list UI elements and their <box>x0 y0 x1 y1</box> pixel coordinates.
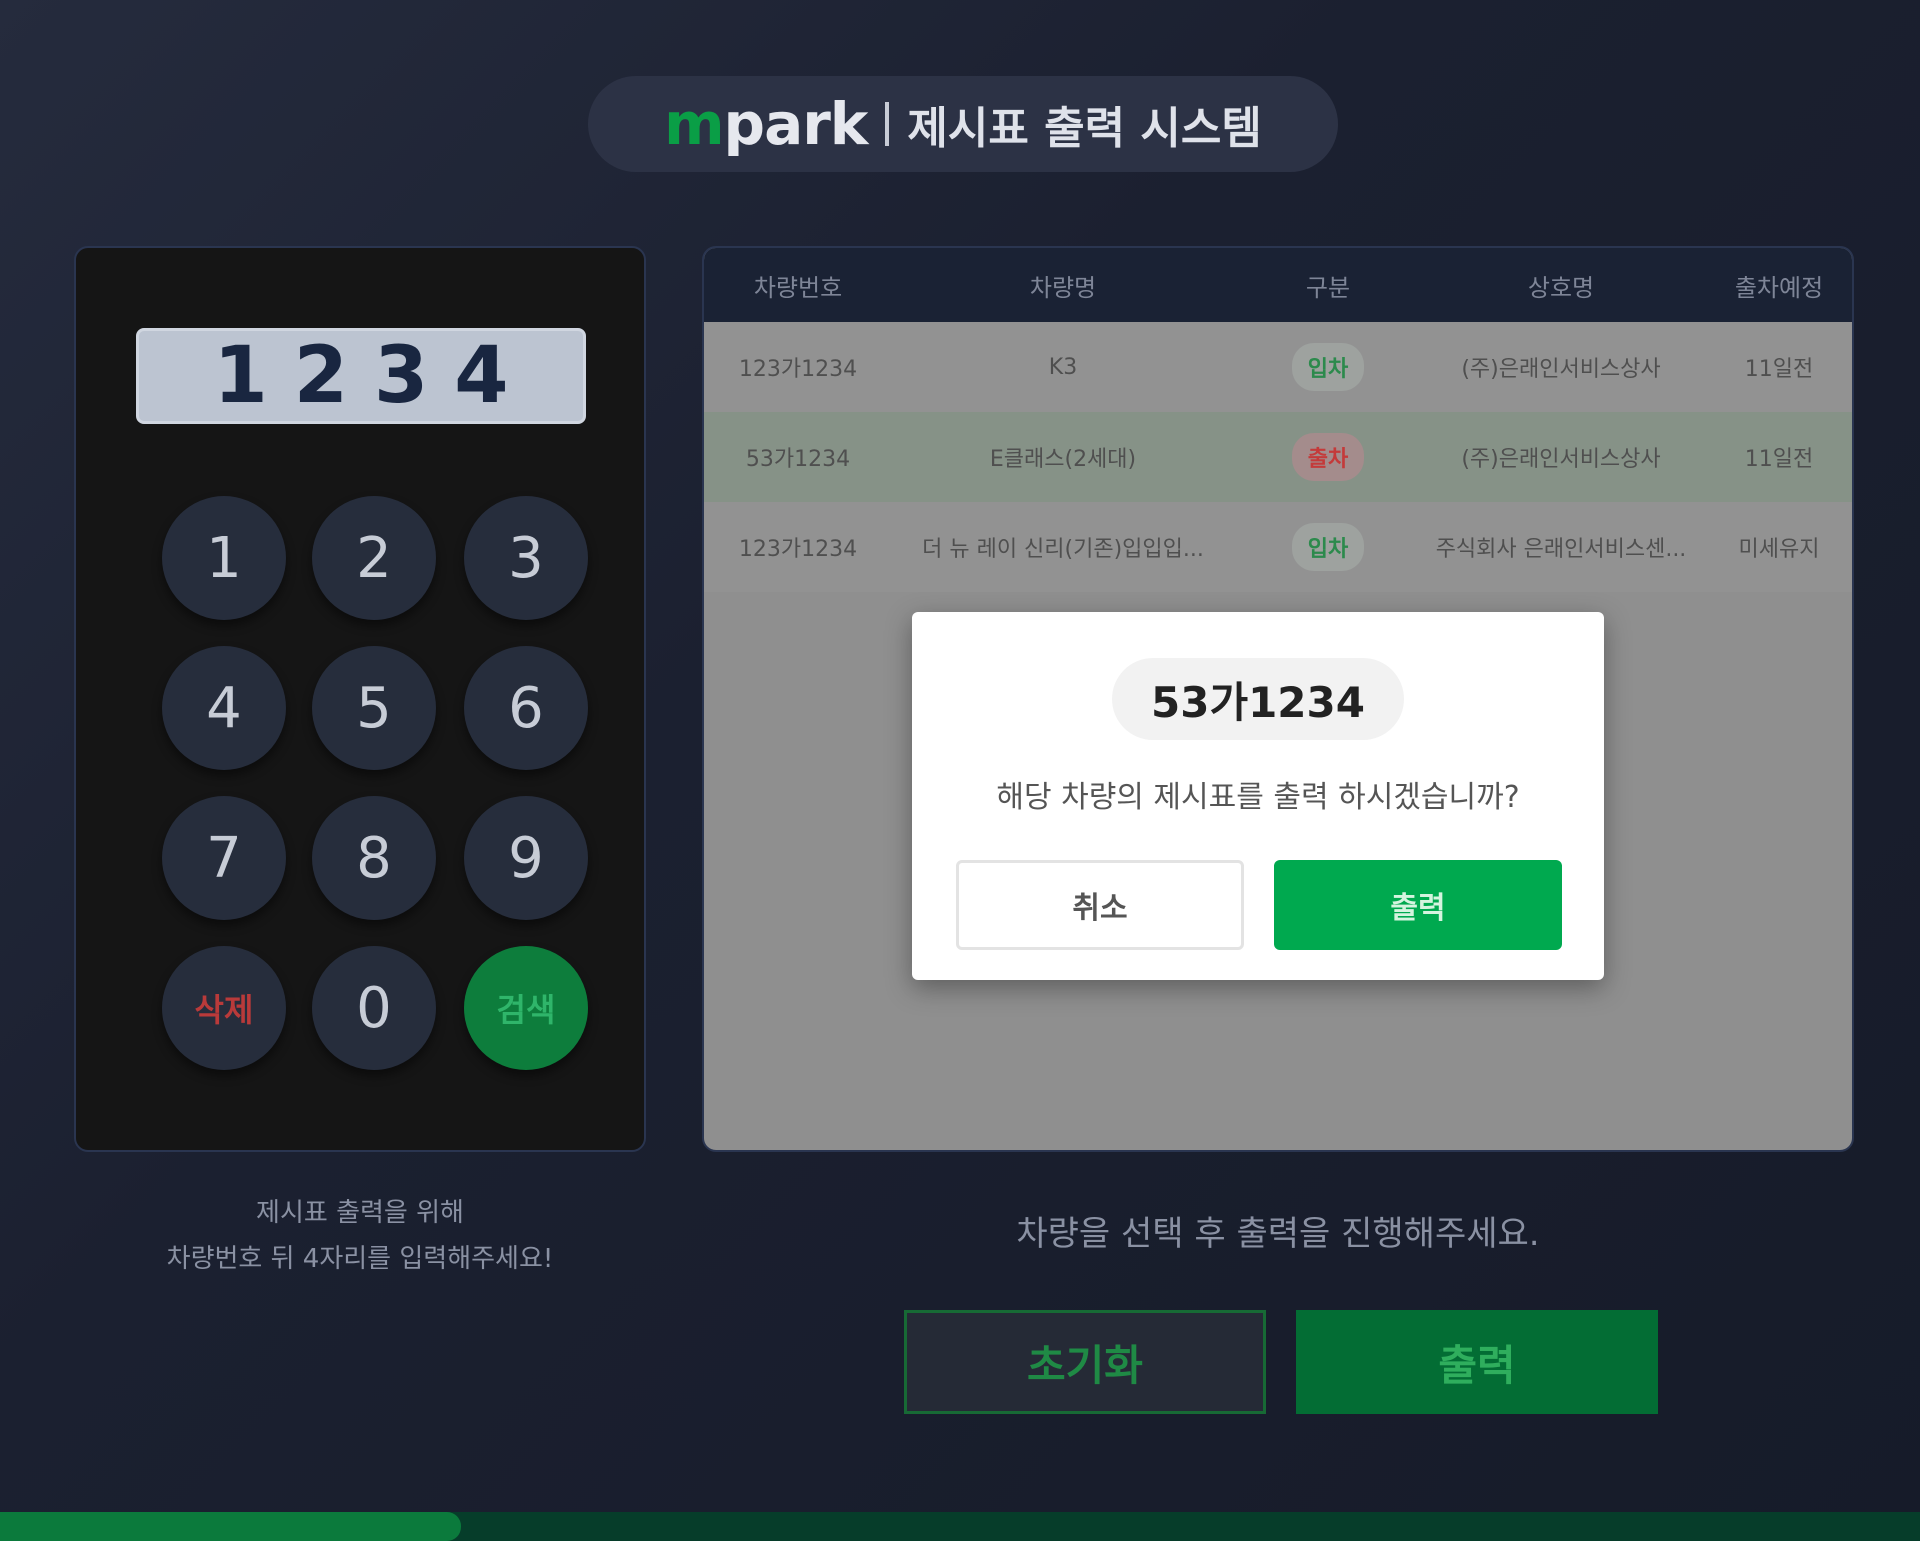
status-badge: 출차 <box>1291 433 1365 481</box>
key-6[interactable]: 6 <box>464 646 588 770</box>
key-9[interactable]: 9 <box>464 796 588 920</box>
key-7[interactable]: 7 <box>162 796 286 920</box>
delete-button[interactable]: 삭제 <box>162 946 286 1070</box>
keypad-panel: 1234 1 2 3 4 5 6 7 8 9 삭제 0 검색 <box>74 246 646 1152</box>
status-badge: 입차 <box>1291 343 1365 391</box>
cell-due: 11일전 <box>1744 357 1814 382</box>
cell-company: (주)은래인서비스상사 <box>1461 357 1661 382</box>
table-row[interactable]: 123가1234 K3 입차 (주)은래인서비스상사 11일전 <box>704 322 1852 412</box>
column-header-company: 상호명 <box>1527 273 1595 302</box>
dialog-message: 해당 차량의 제시표를 출력 하시겠습니까? <box>996 780 1520 815</box>
key-4[interactable]: 4 <box>162 646 286 770</box>
cell-company: (주)은래인서비스상사 <box>1461 447 1661 472</box>
column-header-car: 차량명 <box>1029 273 1097 302</box>
cell-due: 11일전 <box>1744 447 1814 472</box>
header-divider <box>885 102 890 146</box>
table-row[interactable]: 123가1234 더 뉴 레이 신리(기존)입입입... 입차 주식회사 은래인… <box>704 502 1852 592</box>
number-display: 1234 <box>136 328 586 424</box>
column-header-type: 구분 <box>1305 273 1351 302</box>
cell-due: 미세유지 <box>1738 537 1820 562</box>
keypad-hint-line2: 차량번호 뒤 4자리를 입력해주세요! <box>166 1244 554 1274</box>
status-badge: 입차 <box>1291 523 1365 571</box>
print-button[interactable]: 출력 <box>1296 1310 1658 1414</box>
key-2[interactable]: 2 <box>312 496 436 620</box>
keypad-hint: 제시표 출력을 위해 차량번호 뒤 4자리를 입력해주세요! <box>74 1190 646 1282</box>
progress-fill <box>0 1512 461 1541</box>
selected-plate-chip: 53가1234 <box>1112 658 1404 740</box>
key-3[interactable]: 3 <box>464 496 588 620</box>
table-row-selected[interactable]: 53가1234 E클래스(2세대) 출차 (주)은래인서비스상사 11일전 <box>704 412 1852 502</box>
dialog-print-button[interactable]: 출력 <box>1274 860 1562 950</box>
key-1[interactable]: 1 <box>162 496 286 620</box>
cell-plate: 123가1234 <box>738 357 858 382</box>
logo-text: park <box>723 90 869 158</box>
cancel-button[interactable]: 취소 <box>956 860 1244 950</box>
cell-car: E클래스(2세대) <box>989 447 1137 472</box>
column-header-plate: 차량번호 <box>753 273 843 302</box>
print-confirm-dialog: 53가1234 해당 차량의 제시표를 출력 하시겠습니까? 취소 출력 <box>912 612 1604 980</box>
key-8[interactable]: 8 <box>312 796 436 920</box>
logo-letter-m: m <box>664 90 724 158</box>
reset-button[interactable]: 초기화 <box>904 1310 1266 1414</box>
header-title-pill: mpark 제시표 출력 시스템 <box>588 76 1338 172</box>
cell-type: 출차 <box>1240 412 1416 502</box>
cell-company: 주식회사 은래인서비스센... <box>1435 537 1687 562</box>
key-0[interactable]: 0 <box>312 946 436 1070</box>
search-button[interactable]: 검색 <box>464 946 588 1070</box>
cell-plate: 53가1234 <box>745 447 851 472</box>
cell-type: 입차 <box>1240 502 1416 592</box>
cell-plate: 123가1234 <box>738 537 858 562</box>
cell-type: 입차 <box>1240 322 1416 412</box>
keypad-hint-line1: 제시표 출력을 위해 <box>256 1198 464 1228</box>
mpark-logo: mpark <box>664 90 869 158</box>
list-hint: 차량을 선택 후 출력을 진행해주세요. <box>1016 1214 1540 1254</box>
cell-car: 더 뉴 레이 신리(기존)입입입... <box>922 537 1204 562</box>
column-header-due: 출차예정 <box>1734 273 1824 302</box>
cell-car: K3 <box>1048 354 1078 380</box>
page-title: 제시표 출력 시스템 <box>907 103 1262 154</box>
progress-bar <box>0 1512 1920 1541</box>
list-header: 차량번호 차량명 구분 상호명 출차예정 <box>704 248 1852 322</box>
key-5[interactable]: 5 <box>312 646 436 770</box>
